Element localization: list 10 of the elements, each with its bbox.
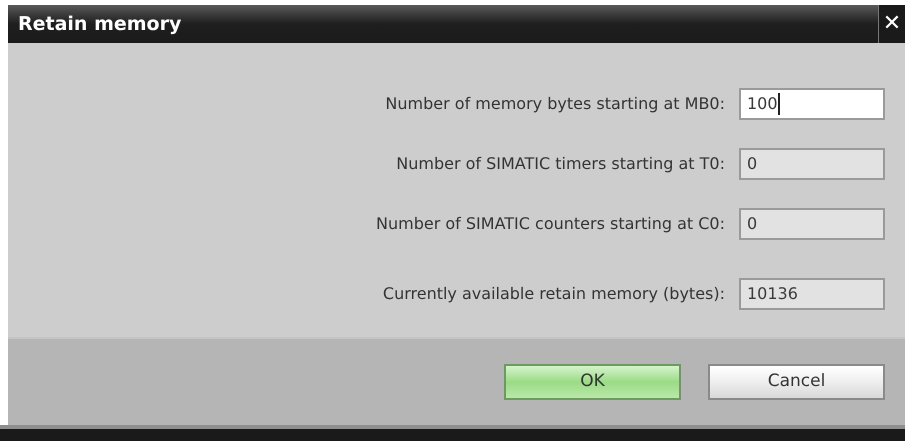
field-label: Number of SIMATIC counters starting at C0: — [376, 213, 725, 235]
text-cursor — [778, 93, 780, 115]
field-label: Number of SIMATIC timers starting at T0: — [396, 153, 725, 175]
field-label: Currently available retain memory (bytes): — [382, 283, 725, 305]
close-button[interactable]: ✕ — [879, 5, 905, 43]
cancel-button[interactable]: Cancel — [708, 364, 885, 400]
window-title: Retain memory — [17, 12, 182, 37]
number-field[interactable]: 100 — [739, 88, 885, 120]
ok-button[interactable]: OK — [504, 364, 681, 400]
field-label: Number of memory bytes starting at MB0: — [385, 93, 725, 115]
